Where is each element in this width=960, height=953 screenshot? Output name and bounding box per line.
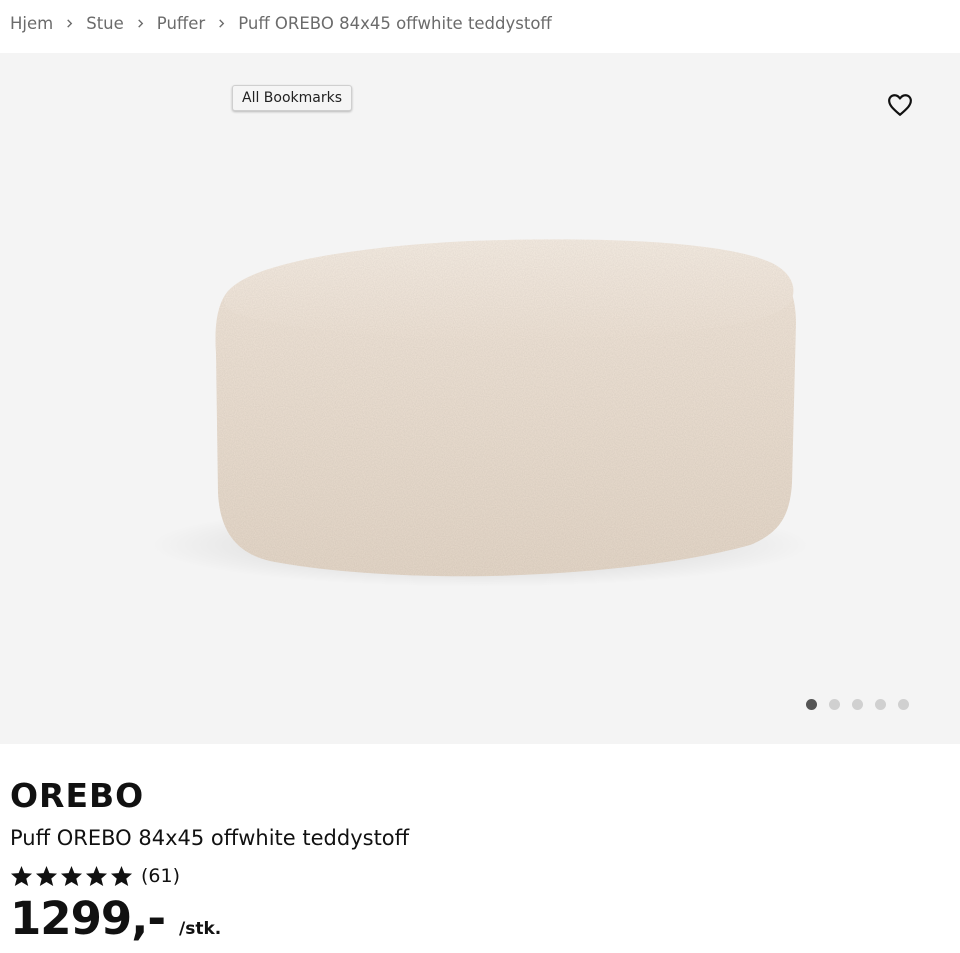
carousel-dot-1[interactable]	[806, 698, 817, 710]
star-icon	[35, 865, 58, 887]
heart-outline-icon	[888, 94, 912, 116]
product-image-gallery[interactable]: All Bookmarks	[0, 53, 960, 744]
product-brand: OREBO	[10, 776, 145, 815]
chevron-right-icon	[136, 18, 145, 28]
price-unit: /stk.	[179, 919, 222, 939]
carousel-dot-2[interactable]	[829, 698, 840, 710]
carousel-dot-5[interactable]	[898, 698, 909, 710]
breadcrumb: Hjem Stue Puffer Puff OREBO 84x45 offwhi…	[10, 0, 552, 46]
product-price: 1299,-	[10, 892, 166, 945]
breadcrumb-link-puffer[interactable]: Puffer	[157, 14, 205, 33]
breadcrumb-current: Puff OREBO 84x45 offwhite teddystoff	[238, 13, 552, 33]
carousel-dots	[806, 698, 909, 710]
add-to-favorites-button[interactable]	[883, 90, 917, 120]
review-count[interactable]: (61)	[141, 865, 180, 887]
chevron-right-icon	[65, 18, 74, 28]
all-bookmarks-button[interactable]: All Bookmarks	[232, 85, 353, 111]
breadcrumb-link-hjem[interactable]: Hjem	[10, 14, 53, 33]
product-image	[150, 239, 810, 587]
chevron-right-icon	[217, 18, 226, 28]
rating-stars	[10, 865, 133, 887]
product-rating[interactable]: (61)	[10, 862, 180, 890]
carousel-dot-4[interactable]	[875, 698, 886, 710]
star-icon	[10, 865, 33, 887]
star-icon	[85, 865, 108, 887]
product-name: Puff OREBO 84x45 offwhite teddystoff	[10, 826, 410, 850]
breadcrumb-link-stue[interactable]: Stue	[86, 14, 124, 33]
star-icon	[110, 865, 133, 887]
carousel-dot-3[interactable]	[852, 698, 863, 710]
price-row: 1299,- /stk.	[10, 892, 221, 946]
star-icon	[60, 865, 83, 887]
